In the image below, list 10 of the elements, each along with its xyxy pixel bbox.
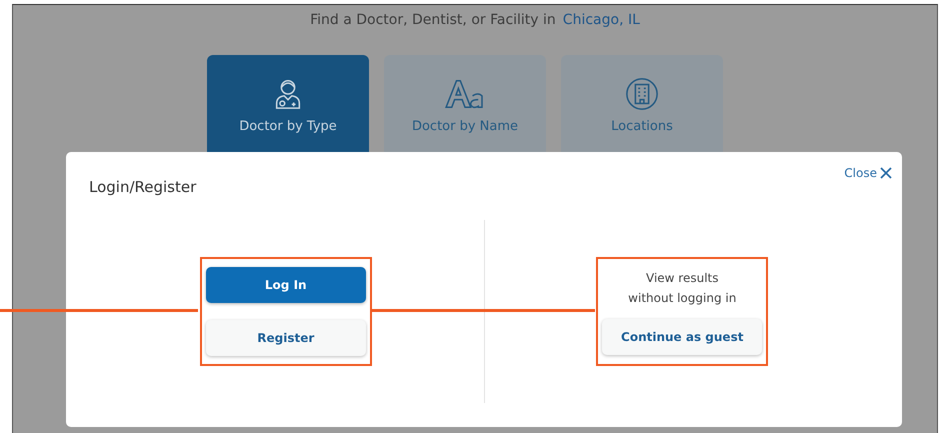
close-button[interactable]: Close	[844, 166, 892, 180]
location-link[interactable]: Chicago, IL	[562, 12, 640, 28]
guest-button[interactable]: Continue as guest	[602, 319, 762, 355]
dialog-title: Login/Register	[89, 178, 196, 196]
guest-description: View results without logging in	[628, 270, 736, 307]
building-icon	[625, 77, 659, 111]
register-button[interactable]: Register	[206, 320, 366, 356]
close-icon	[880, 167, 892, 179]
heading-text: Find a Doctor, Dentist, or Facility in	[310, 12, 556, 28]
login-button[interactable]: Log In	[206, 267, 366, 303]
